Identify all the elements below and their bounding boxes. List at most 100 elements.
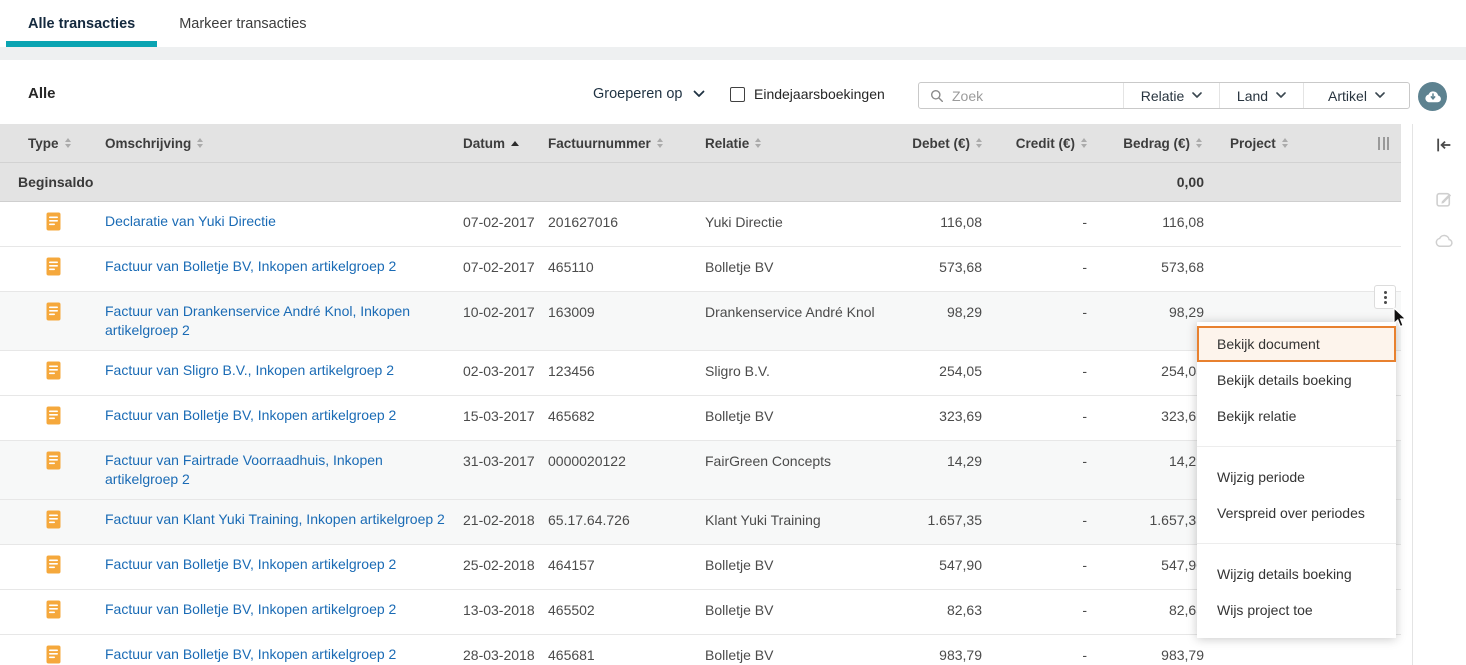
document-icon [46, 257, 61, 276]
row-kebab-menu-button[interactable] [1374, 285, 1396, 309]
collapse-panel-icon[interactable] [1435, 136, 1453, 154]
document-icon [46, 302, 61, 321]
sort-icon [656, 138, 663, 148]
column-header-bedrag[interactable]: Bedrag (€) [1095, 136, 1210, 151]
column-header-project[interactable]: Project [1210, 136, 1330, 151]
row-date: 21-02-2018 [463, 512, 535, 528]
column-header-type[interactable]: Type [0, 136, 105, 151]
row-debit: 983,79 [939, 647, 982, 663]
table-row[interactable]: Declaratie van Yuki Directie 07-02-2017 … [0, 202, 1401, 247]
row-date: 02-03-2017 [463, 363, 535, 379]
row-amount: 983,79 [1161, 647, 1204, 663]
row-credit: - [1082, 453, 1087, 469]
row-date: 31-03-2017 [463, 453, 535, 469]
table-row[interactable]: Factuur van Bolletje BV, Inkopen artikel… [0, 590, 1401, 635]
transaction-description-link[interactable]: Factuur van Bolletje BV, Inkopen artikel… [105, 601, 396, 617]
tab-markeer-transacties[interactable]: Markeer transacties [157, 0, 328, 47]
table-row[interactable]: Factuur van Klant Yuki Training, Inkopen… [0, 500, 1401, 545]
group-by-dropdown[interactable]: Groeperen op [593, 86, 705, 102]
transaction-description-link[interactable]: Factuur van Bolletje BV, Inkopen artikel… [105, 407, 396, 423]
transaction-description-link[interactable]: Factuur van Klant Yuki Training, Inkopen… [105, 511, 445, 527]
row-debit: 547,90 [939, 557, 982, 573]
edit-icon[interactable] [1435, 190, 1453, 208]
cloud-icon[interactable] [1435, 232, 1453, 250]
column-settings-icon [1378, 136, 1389, 150]
table-row[interactable]: Factuur van Bolletje BV, Inkopen artikel… [0, 396, 1401, 441]
document-icon [46, 555, 61, 574]
chevron-down-icon [1375, 92, 1385, 98]
row-credit: - [1082, 214, 1087, 230]
document-icon [46, 212, 61, 231]
row-debit: 14,29 [946, 453, 982, 469]
transactions-table: Type Omschrijving Datum Factuurnummer Re… [0, 124, 1401, 665]
transaction-description-link[interactable]: Factuur van Fairtrade Voorraadhuis, Inko… [105, 452, 383, 487]
row-relation: FairGreen Concepts [705, 453, 832, 469]
sort-icon [197, 138, 204, 148]
filter-artikel-label: Artikel [1328, 87, 1367, 104]
table-row[interactable]: Factuur van Sligro B.V., Inkopen artikel… [0, 351, 1401, 396]
row-invoice-number: 201627016 [548, 214, 619, 230]
menu-item-wijs-project-toe[interactable]: Wijs project toe [1197, 592, 1396, 628]
column-header-datum[interactable]: Datum [463, 136, 548, 151]
transaction-description-link[interactable]: Factuur van Sligro B.V., Inkopen artikel… [105, 362, 394, 378]
row-invoice-number: 123456 [548, 363, 595, 379]
row-credit: - [1082, 557, 1087, 573]
row-credit: - [1082, 408, 1087, 424]
year-end-label: Eindejaarsboekingen [754, 86, 885, 102]
search-icon [930, 89, 944, 102]
menu-item-wijzig-periode[interactable]: Wijzig periode [1197, 459, 1396, 495]
table-row[interactable]: Factuur van Bolletje BV, Inkopen artikel… [0, 635, 1401, 665]
filter-relatie-label: Relatie [1140, 87, 1185, 104]
menu-item-bekijk-relatie[interactable]: Bekijk relatie [1197, 398, 1396, 434]
table-row[interactable]: Factuur van Drankenservice André Knol, I… [0, 292, 1401, 351]
row-date: 25-02-2018 [463, 557, 535, 573]
row-relation: Klant Yuki Training [705, 512, 821, 528]
menu-item-verspreid-over-periodes[interactable]: Verspreid over periodes [1197, 495, 1396, 531]
search-input[interactable] [952, 87, 1082, 104]
filter-artikel-dropdown[interactable]: Artikel [1303, 83, 1409, 108]
table-row[interactable]: Factuur van Fairtrade Voorraadhuis, Inko… [0, 441, 1401, 500]
menu-item-bekijk-document[interactable]: Bekijk document [1197, 326, 1396, 362]
transactions-page: Alle transacties Markeer transacties All… [0, 0, 1466, 665]
column-header-debet[interactable]: Debet (€) [890, 136, 990, 151]
row-amount: 116,08 [1162, 214, 1204, 230]
sort-icon [1281, 138, 1288, 148]
table-row[interactable]: Factuur van Bolletje BV, Inkopen artikel… [0, 545, 1401, 590]
column-header-omschrijving[interactable]: Omschrijving [105, 136, 463, 151]
filter-land-dropdown[interactable]: Land [1219, 83, 1303, 108]
tab-alle-transacties[interactable]: Alle transacties [6, 0, 158, 47]
export-download-button[interactable] [1418, 82, 1447, 111]
transaction-description-link[interactable]: Declaratie van Yuki Directie [105, 213, 276, 229]
sort-icon [755, 138, 762, 148]
transaction-description-link[interactable]: Factuur van Bolletje BV, Inkopen artikel… [105, 258, 396, 274]
row-relation: Bolletje BV [705, 647, 774, 663]
row-relation: Yuki Directie [705, 214, 783, 230]
menu-item-bekijk-details-boeking[interactable]: Bekijk details boeking [1197, 362, 1396, 398]
document-icon [46, 361, 61, 380]
transaction-description-link[interactable]: Factuur van Bolletje BV, Inkopen artikel… [105, 556, 396, 572]
column-settings-button[interactable] [1330, 136, 1401, 150]
year-end-checkbox-row[interactable]: Eindejaarsboekingen [730, 86, 885, 102]
document-icon [46, 510, 61, 529]
column-header-factuurnummer[interactable]: Factuurnummer [548, 136, 705, 151]
row-invoice-number: 465110 [548, 259, 594, 275]
row-invoice-number: 465502 [548, 602, 595, 618]
column-header-credit[interactable]: Credit (€) [990, 136, 1095, 151]
begin-balance-label: Beginsaldo [18, 174, 94, 190]
row-amount: 14,29 [1168, 453, 1204, 469]
menu-item-wijzig-details-boeking[interactable]: Wijzig details boeking [1197, 556, 1396, 592]
filter-relatie-dropdown[interactable]: Relatie [1123, 83, 1219, 108]
row-credit: - [1082, 304, 1087, 320]
row-date: 10-02-2017 [463, 304, 535, 320]
search-section[interactable] [919, 83, 1123, 108]
tab-label: Alle transacties [28, 15, 136, 32]
table-row[interactable]: Factuur van Bolletje BV, Inkopen artikel… [0, 247, 1401, 292]
row-invoice-number: 465682 [548, 408, 595, 424]
column-header-relatie[interactable]: Relatie [705, 136, 890, 151]
year-end-checkbox[interactable] [730, 86, 745, 102]
row-invoice-number: 464157 [548, 557, 595, 573]
transaction-description-link[interactable]: Factuur van Bolletje BV, Inkopen artikel… [105, 646, 396, 662]
row-date: 07-02-2017 [463, 214, 535, 230]
transaction-description-link[interactable]: Factuur van Drankenservice André Knol, I… [105, 303, 410, 338]
tabbar-separator [0, 47, 1466, 60]
